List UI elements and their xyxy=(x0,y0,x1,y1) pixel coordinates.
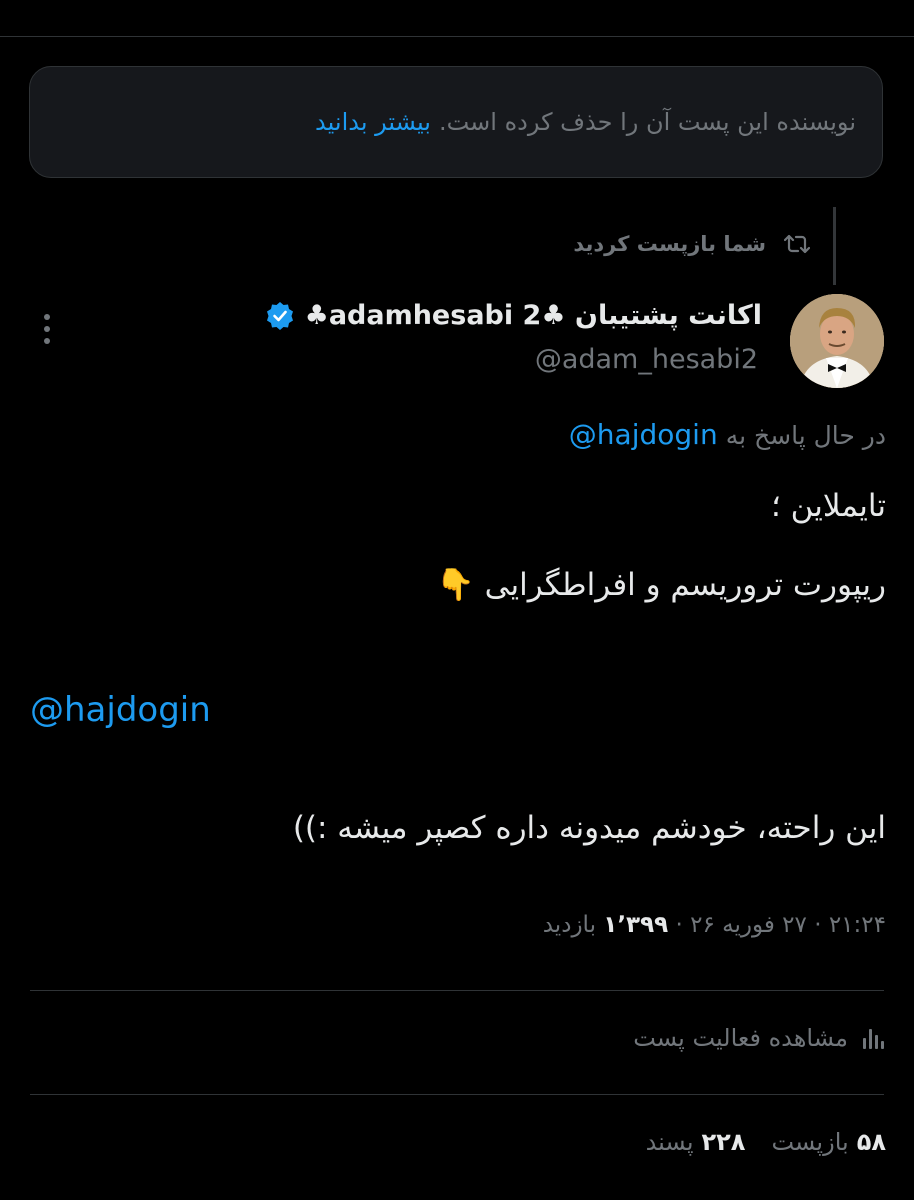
post-date: ۲۷ فوریه ۲۶ xyxy=(690,912,807,938)
more-options-icon[interactable] xyxy=(38,312,56,346)
reply-mention-link[interactable]: @hajdogin xyxy=(569,418,718,451)
view-post-activity-button[interactable]: مشاهده فعالیت پست xyxy=(633,1024,886,1052)
deleted-post-notice: نویسنده این پست آن را حذف کرده است. بیشت… xyxy=(29,66,883,178)
repost-indicator-text: شما بازپست کردید xyxy=(573,232,766,256)
reposts-label[interactable]: بازپست xyxy=(771,1128,848,1156)
view-post-activity-label: مشاهده فعالیت پست xyxy=(633,1024,848,1052)
engagement-stats: ۵۸ بازپست ۲۲۸ پسند xyxy=(646,1128,886,1156)
avatar-photo xyxy=(790,294,884,388)
post-text-line-1: تایملاین ؛ xyxy=(770,488,886,524)
verified-badge-icon[interactable] xyxy=(265,301,295,331)
author-handle[interactable]: @adam_hesabi2 xyxy=(535,344,758,375)
post-text-line-4: این راحته، خودشم میدونه داره کصپر میشه :… xyxy=(292,810,886,846)
divider xyxy=(30,990,884,991)
avatar[interactable] xyxy=(790,294,884,388)
post-text-line-2: ریپورت تروریسم و افراطگرایی 👇 xyxy=(436,567,886,603)
replying-to-prefix: در حال پاسخ به xyxy=(725,421,886,450)
repost-indicator: شما بازپست کردید xyxy=(573,232,810,256)
views-count: ۱٬۳۹۹ xyxy=(603,912,669,938)
thread-connector-line xyxy=(833,207,836,285)
analytics-icon xyxy=(860,1025,886,1051)
notice-text: نویسنده این پست آن را حذف کرده است. xyxy=(438,108,856,136)
top-divider xyxy=(0,36,914,37)
learn-more-link[interactable]: بیشتر بدانید xyxy=(315,108,431,136)
replying-to: در حال پاسخ به@hajdogin xyxy=(569,418,886,451)
reposts-count[interactable]: ۵۸ xyxy=(857,1128,886,1156)
post-mention-link[interactable]: @hajdogin xyxy=(30,690,211,730)
views-label: بازدید xyxy=(542,912,596,938)
repost-icon xyxy=(784,233,810,255)
timestamp-separator: · xyxy=(814,912,822,938)
display-name[interactable]: اکانت پشتیبان ♣adamhesabi 2♣ xyxy=(305,300,762,331)
likes-label[interactable]: پسند xyxy=(646,1128,694,1156)
post-time: ۲۱:۲۴ xyxy=(828,912,886,938)
likes-count[interactable]: ۲۲۸ xyxy=(702,1128,746,1156)
author-name-row[interactable]: اکانت پشتیبان ♣adamhesabi 2♣ xyxy=(265,300,762,331)
timestamp-separator: · xyxy=(675,912,683,938)
divider xyxy=(30,1094,884,1095)
post-timestamp[interactable]: ۲۱:۲۴ · ۲۷ فوریه ۲۶ · ۱٬۳۹۹ بازدید xyxy=(543,912,886,938)
